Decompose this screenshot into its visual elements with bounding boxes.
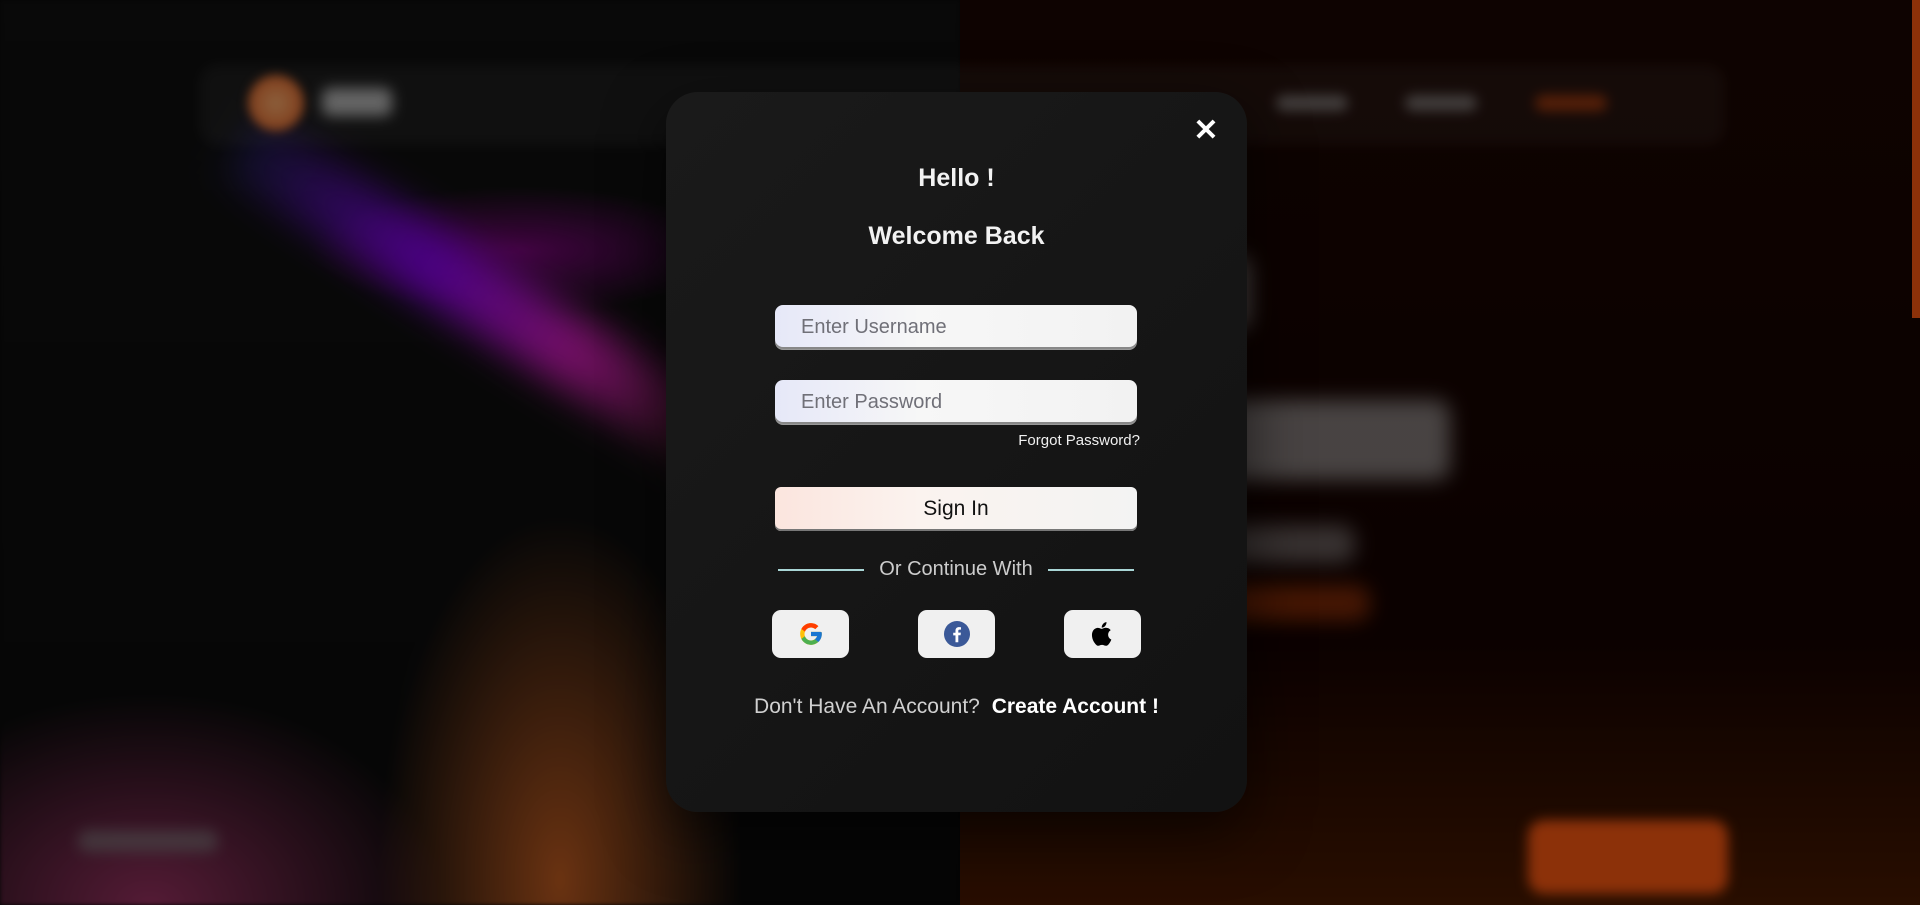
facebook-icon [943,621,970,647]
forgot-password-link[interactable]: Forgot Password? [1018,432,1140,449]
login-modal: ✕ Hello ! Welcome Back Forgot Password? … [666,92,1247,812]
greeting-title: Hello ! [918,164,995,192]
facebook-login-button[interactable] [918,610,995,658]
sign-in-button[interactable]: Sign In [775,487,1137,531]
apple-icon [1091,622,1111,646]
apple-login-button[interactable] [1064,610,1141,658]
create-account-link[interactable]: Create Account ! [992,695,1159,718]
continue-with-divider: Or Continue With [778,558,1134,582]
close-button[interactable]: ✕ [1189,114,1223,148]
google-icon [799,623,822,645]
signup-row: Don't Have An Account? Create Account ! [666,695,1247,719]
password-input[interactable] [775,380,1137,424]
welcome-subtitle: Welcome Back [868,222,1045,250]
google-login-button[interactable] [772,610,849,658]
username-input[interactable] [775,305,1137,349]
close-icon: ✕ [1193,114,1219,147]
signup-prompt: Don't Have An Account? [754,695,980,718]
divider-line [1048,569,1134,571]
